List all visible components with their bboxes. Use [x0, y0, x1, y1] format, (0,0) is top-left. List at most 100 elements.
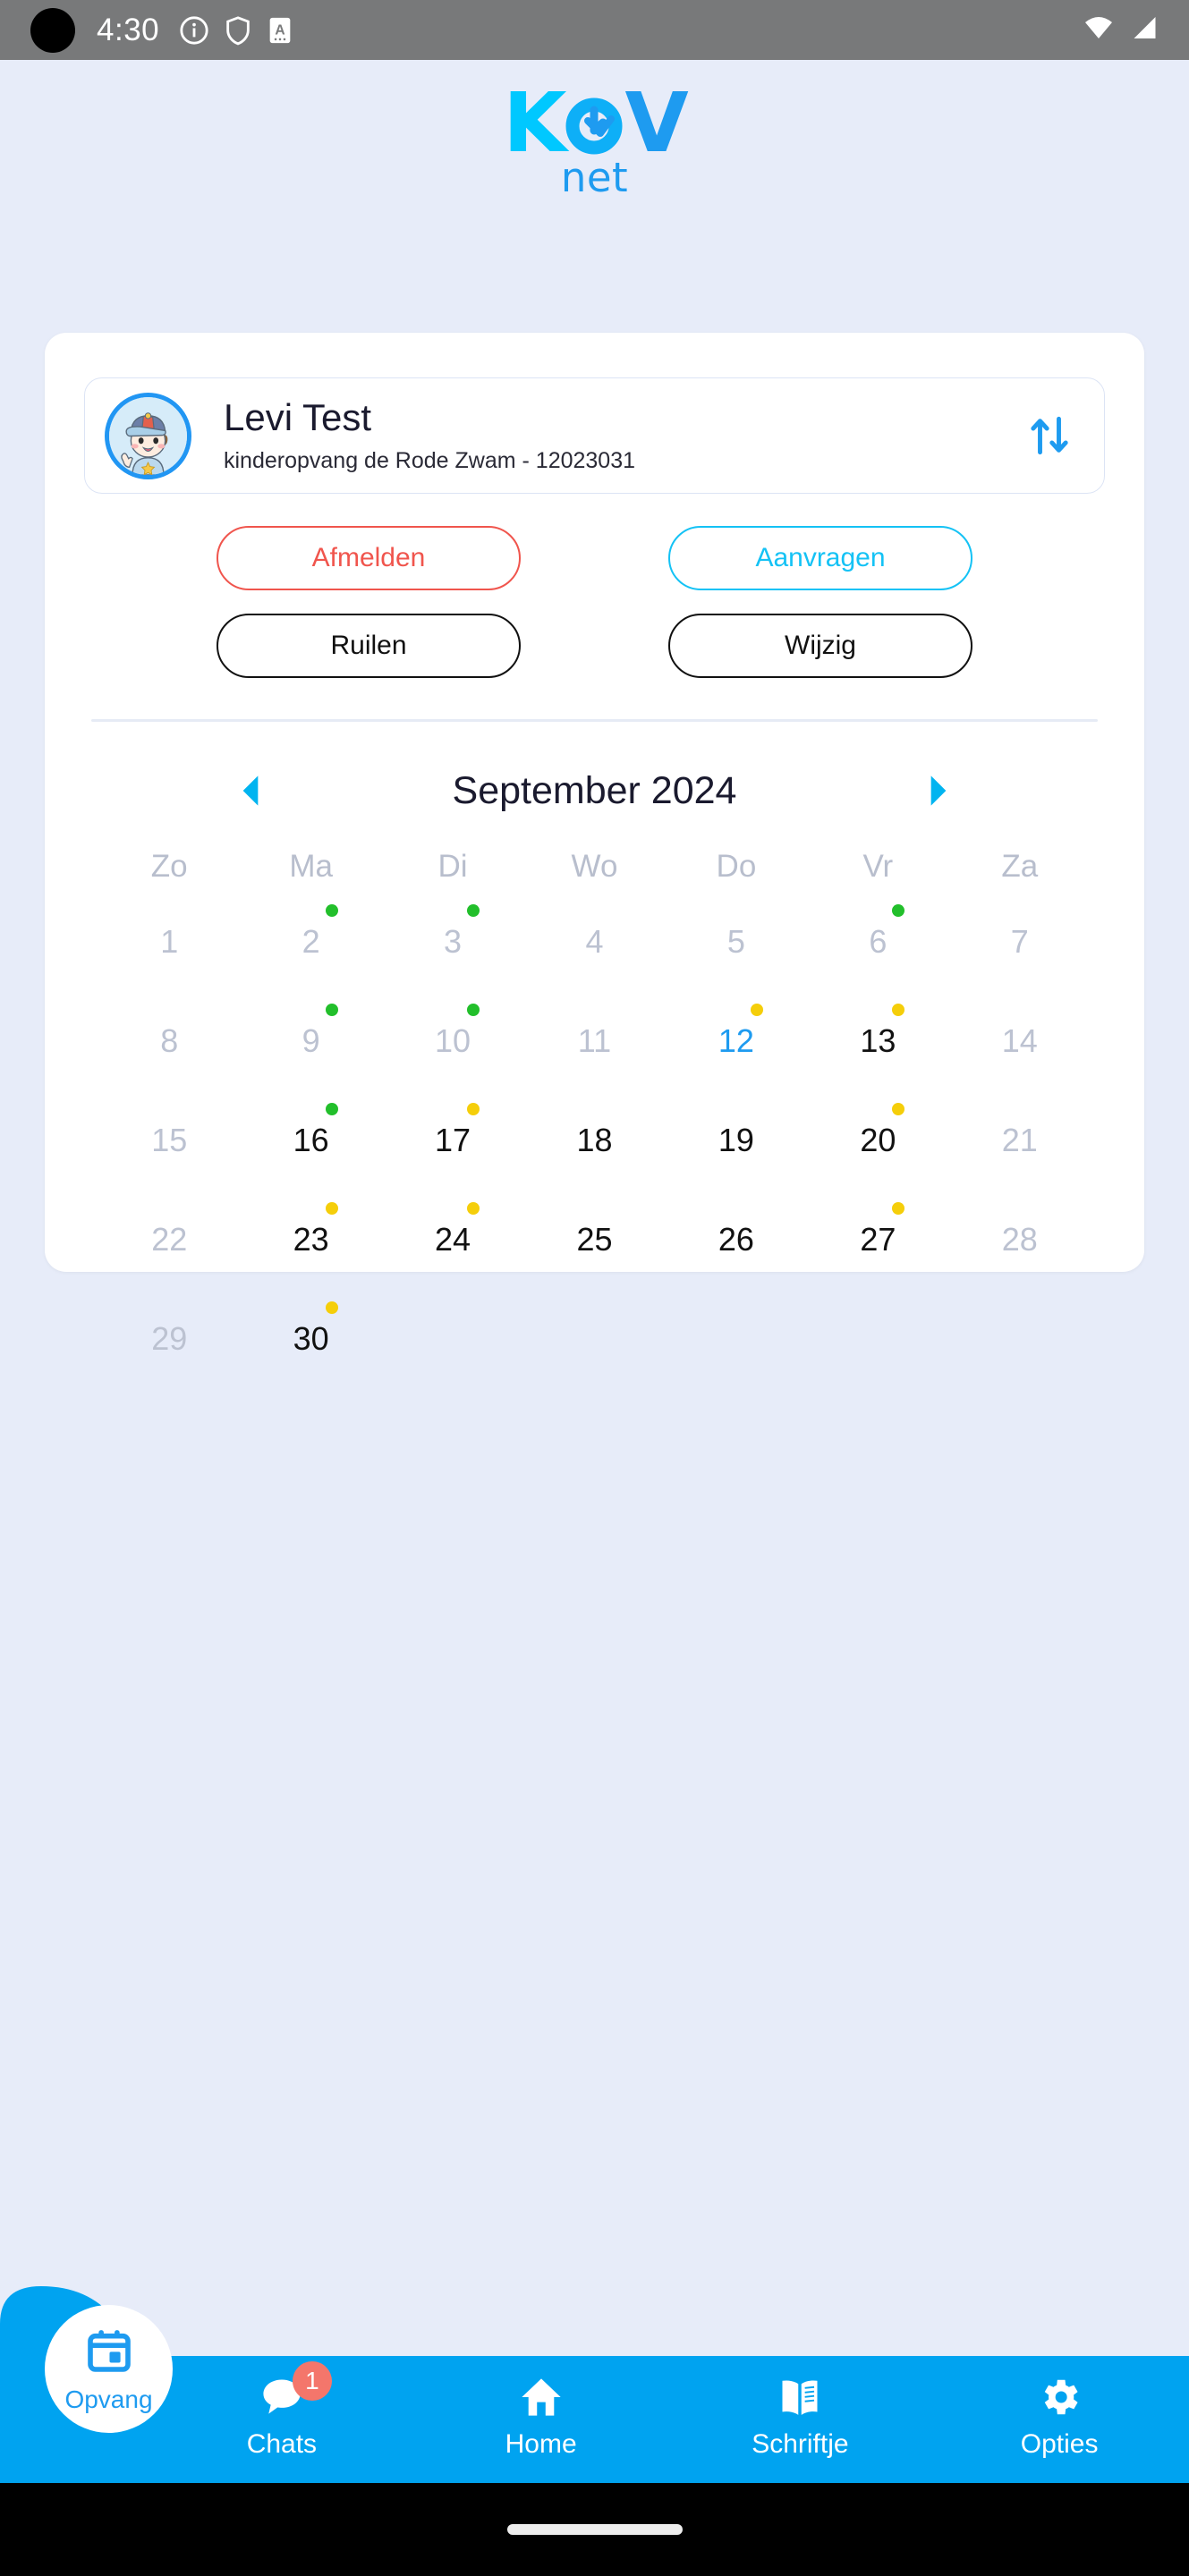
- calendar-day-cell[interactable]: 1: [98, 904, 240, 1004]
- weekday-header: Vr: [862, 849, 894, 884]
- calendar-day-status-dot: [467, 1103, 480, 1115]
- calendar-day-cell[interactable]: 7: [949, 904, 1091, 1004]
- child-profile-card[interactable]: Levi Test kinderopvang de Rode Zwam - 12…: [84, 377, 1105, 494]
- calendar-day-cell[interactable]: 19: [666, 1103, 807, 1202]
- calendar-day-number: 11: [577, 1022, 612, 1059]
- calendar-day-cell[interactable]: 11: [523, 1004, 665, 1103]
- calendar-day-status-dot: [325, 1004, 338, 1016]
- calendar-day-cell[interactable]: 6: [807, 904, 948, 1004]
- calendar-day-number: 17: [435, 1122, 471, 1158]
- calendar-day-cell[interactable]: 2: [240, 904, 381, 1004]
- calendar-day-status-dot: [467, 1202, 480, 1215]
- swap-vertical-icon[interactable]: [1018, 404, 1081, 467]
- calendar-day-cell[interactable]: 28: [949, 1202, 1091, 1301]
- app-logo: K V net: [0, 60, 1189, 215]
- calendar-day-number: 25: [576, 1221, 613, 1258]
- calendar-day-empty: [523, 1301, 665, 1401]
- weekday-header: Wo: [571, 849, 618, 884]
- nav-item-chats[interactable]: 1 Chats: [152, 2356, 412, 2483]
- a-letter-icon: A: [267, 15, 293, 46]
- prev-month-button[interactable]: [224, 764, 277, 818]
- calendar-week-row: 1 2 3 4 5 6 7: [98, 904, 1091, 1004]
- calendar-day-number: 19: [718, 1122, 754, 1158]
- calendar-day-cell[interactable]: 16: [240, 1103, 381, 1202]
- weekday-header: Za: [1001, 849, 1039, 884]
- aanvragen-button[interactable]: Aanvragen: [668, 526, 972, 590]
- calendar-day-empty: [807, 1301, 948, 1401]
- nav-item-schriftje[interactable]: Schriftje: [671, 2356, 930, 2483]
- calendar-day-cell[interactable]: 18: [523, 1103, 665, 1202]
- logo-tagline: net: [560, 154, 629, 201]
- calendar-day-cell[interactable]: 15: [98, 1103, 240, 1202]
- calendar-day-number: 6: [869, 923, 888, 960]
- action-buttons-row-1: Afmelden Aanvragen: [217, 526, 972, 590]
- calendar-day-number: 22: [151, 1221, 188, 1258]
- calendar-day-cell[interactable]: 13: [807, 1004, 948, 1103]
- calendar-day-cell[interactable]: 30: [240, 1301, 381, 1401]
- calendar-day-cell[interactable]: 26: [666, 1202, 807, 1301]
- nav-label-schriftje: Schriftje: [752, 2429, 849, 2459]
- next-month-button[interactable]: [912, 764, 965, 818]
- nav-label-chats: Chats: [246, 2429, 318, 2459]
- calendar-day-number: 9: [301, 1022, 320, 1059]
- logo-letter-v: V: [624, 75, 689, 171]
- calendar-day-number: 3: [444, 923, 463, 960]
- calendar-day-status-dot: [467, 904, 480, 917]
- calendar-day-cell[interactable]: 20: [807, 1103, 948, 1202]
- calendar-day-cell[interactable]: 3: [382, 904, 523, 1004]
- calendar-day-number: 16: [293, 1122, 329, 1158]
- calendar-day-cell[interactable]: 12: [666, 1004, 807, 1103]
- calendar-day-cell[interactable]: 10: [382, 1004, 523, 1103]
- main-content-card: Levi Test kinderopvang de Rode Zwam - 12…: [45, 333, 1144, 1355]
- calendar-day-status-dot: [892, 1103, 905, 1115]
- calendar-day-number: 29: [151, 1320, 188, 1357]
- calendar-day-cell[interactable]: 4: [523, 904, 665, 1004]
- system-gesture-area: [0, 2483, 1189, 2576]
- weekday-header: Di: [437, 849, 468, 884]
- action-buttons-row-2: Ruilen Wijzig: [217, 614, 972, 678]
- calendar-day-cell[interactable]: 9: [240, 1004, 381, 1103]
- calendar-day-cell[interactable]: 27: [807, 1202, 948, 1301]
- nav-item-home[interactable]: Home: [412, 2356, 671, 2483]
- wijzig-button[interactable]: Wijzig: [668, 614, 972, 678]
- calendar-day-number: 12: [718, 1022, 754, 1059]
- avatar: [105, 392, 191, 479]
- bottom-nav-items: 1 Chats Home Schriftje Opties: [152, 2356, 1189, 2483]
- calendar-grid: 1 2 3 4 5 6 7 8 9 10 11 12 13 14 15 16 17 18 19 20 21 22 23 24 2…: [98, 904, 1091, 1401]
- weekday-header: Zo: [150, 849, 188, 884]
- calendar-day-cell[interactable]: 21: [949, 1103, 1091, 1202]
- nav-item-opties[interactable]: Opties: [930, 2356, 1189, 2483]
- calendar-week-row: 8 9 10 11 12 13 14: [98, 1004, 1091, 1103]
- logo-wordmark: K V: [503, 75, 689, 171]
- calendar-day-status-dot: [325, 1202, 338, 1215]
- calendar-day-cell[interactable]: 22: [98, 1202, 240, 1301]
- status-bar-time: 4:30: [97, 12, 160, 47]
- calendar-week-row: 22 23 24 25 26 27 28: [98, 1202, 1091, 1301]
- signal-icon: [1128, 14, 1159, 46]
- calendar-day-number: 21: [1001, 1122, 1038, 1158]
- calendar-day-cell[interactable]: 23: [240, 1202, 381, 1301]
- calendar-week-row: 29 30: [98, 1301, 1091, 1401]
- calendar-day-cell[interactable]: 14: [949, 1004, 1091, 1103]
- child-name: Levi Test: [224, 396, 371, 439]
- calendar-day-cell[interactable]: 24: [382, 1202, 523, 1301]
- ruilen-button[interactable]: Ruilen: [217, 614, 521, 678]
- calendar-day-cell[interactable]: 25: [523, 1202, 665, 1301]
- afmelden-button[interactable]: Afmelden: [217, 526, 521, 590]
- calendar-day-number: 8: [160, 1022, 179, 1059]
- calendar-day-number: 13: [860, 1022, 896, 1059]
- calendar-week-row: 15 16 17 18 19 20 21: [98, 1103, 1091, 1202]
- calendar-day-number: 2: [301, 923, 320, 960]
- gesture-bar[interactable]: [506, 2524, 683, 2535]
- calendar-day-empty: [949, 1301, 1091, 1401]
- calendar-day-cell[interactable]: 17: [382, 1103, 523, 1202]
- nav-item-opvang[interactable]: Opvang: [45, 2305, 173, 2433]
- calendar-day-number: 30: [293, 1320, 329, 1357]
- calendar-day-status-dot: [325, 904, 338, 917]
- info-icon: [179, 15, 209, 46]
- calendar-day-cell[interactable]: 8: [98, 1004, 240, 1103]
- calendar-day-number: 15: [151, 1122, 188, 1158]
- calendar-day-cell[interactable]: 29: [98, 1301, 240, 1401]
- calendar-day-cell[interactable]: 5: [666, 904, 807, 1004]
- bottom-navigation-bar: 1 Chats Home Schriftje Opties: [0, 2356, 1189, 2483]
